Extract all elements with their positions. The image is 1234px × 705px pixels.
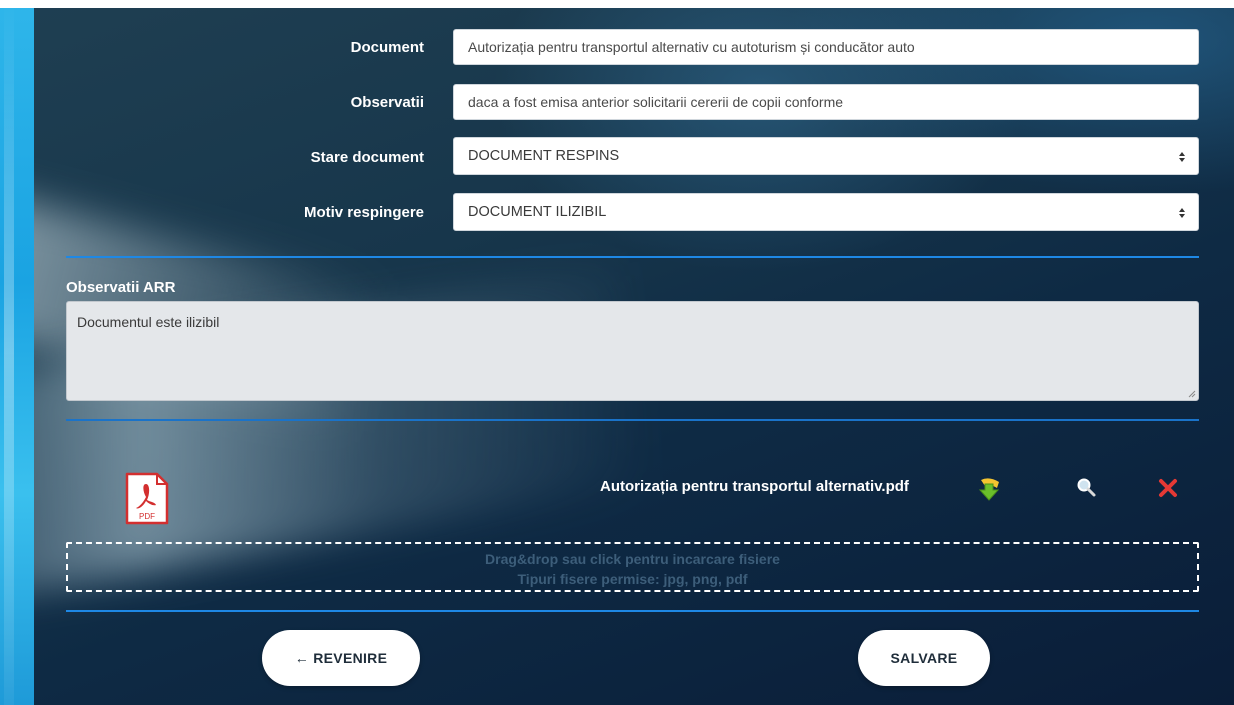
- download-icon[interactable]: [975, 474, 1003, 502]
- dropzone-allowed-types: Tipuri fisere permise: jpg, png, pdf: [517, 571, 748, 587]
- motiv-respingere-label: Motiv respingere: [303, 204, 424, 221]
- top-margin: [0, 0, 1234, 8]
- save-button[interactable]: SALVARE: [858, 630, 990, 686]
- section-divider: [66, 419, 1199, 421]
- stare-document-label: Stare document: [310, 149, 424, 166]
- delete-icon[interactable]: [1154, 474, 1182, 502]
- observatii-label: Observatii: [350, 94, 424, 111]
- select-arrows-icon: [1179, 208, 1185, 218]
- section-divider: [66, 256, 1199, 258]
- section-divider: [66, 610, 1199, 612]
- attachment-filename: Autorizația pentru transportul alternati…: [600, 478, 909, 495]
- stare-document-value: DOCUMENT RESPINS: [468, 148, 620, 164]
- resize-handle-icon[interactable]: [1187, 389, 1196, 398]
- pdf-file-icon[interactable]: PDF: [124, 472, 169, 526]
- observatii-field[interactable]: daca a fost emisa anterior solicitarii c…: [453, 84, 1199, 120]
- search-icon[interactable]: [1073, 474, 1101, 502]
- motiv-respingere-select[interactable]: DOCUMENT ILIZIBIL: [453, 193, 1199, 231]
- observatii-arr-textarea[interactable]: Documentul este ilizibil: [66, 301, 1199, 401]
- file-dropzone[interactable]: Drag&drop sau click pentru incarcare fis…: [66, 542, 1199, 592]
- pdf-icon-text: PDF: [139, 512, 155, 521]
- select-arrows-icon: [1179, 152, 1185, 162]
- dropzone-instruction: Drag&drop sau click pentru incarcare fis…: [485, 551, 780, 567]
- document-field[interactable]: Autorizația pentru transportul alternati…: [453, 29, 1199, 65]
- stare-document-select[interactable]: DOCUMENT RESPINS: [453, 137, 1199, 175]
- observatii-arr-label: Observatii ARR: [66, 279, 176, 296]
- motiv-respingere-value: DOCUMENT ILIZIBIL: [468, 204, 607, 220]
- back-button[interactable]: ← REVENIRE: [262, 630, 420, 686]
- observatii-arr-text: Documentul este ilizibil: [77, 314, 220, 330]
- sidebar-edge: [0, 0, 34, 705]
- document-label: Document: [350, 39, 424, 56]
